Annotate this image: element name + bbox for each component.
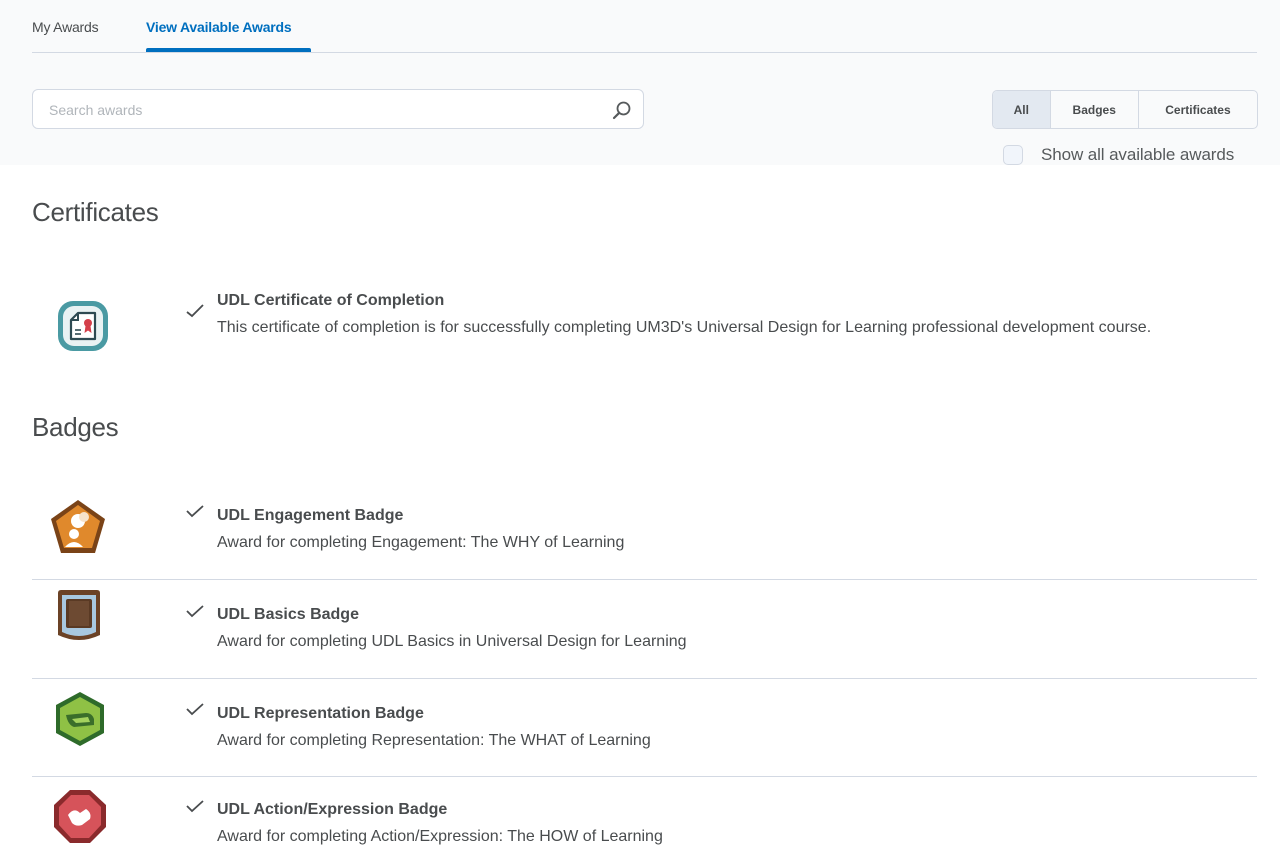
award-description: Award for completing Engagement: The WHY… [217, 534, 625, 551]
completed-check-icon [186, 703, 204, 716]
award-item: UDL Action/Expression Badge Award for co… [32, 777, 1257, 848]
award-type-filter: All Badges Certificates [992, 90, 1258, 129]
tab-bar: My Awards View Available Awards [32, 0, 1257, 53]
award-item: UDL Engagement Badge Award for completin… [32, 495, 1257, 579]
award-description: This certificate of completion is for su… [217, 319, 1152, 336]
award-item: UDL Basics Badge Award for completing UD… [32, 580, 1257, 678]
search-input[interactable] [47, 99, 611, 121]
badges-heading: Badges [32, 412, 119, 442]
filter-badges-button[interactable]: Badges [1051, 91, 1139, 128]
show-all-checkbox[interactable] [1003, 145, 1023, 165]
filter-certificates-button[interactable]: Certificates [1139, 91, 1257, 128]
award-description: Award for completing Action/Expression: … [217, 828, 663, 845]
award-name: UDL Certificate of Completion [217, 292, 445, 309]
certificates-heading: Certificates [32, 197, 159, 227]
certificate-icon [58, 301, 108, 351]
show-all-label: Show all available awards [1041, 145, 1235, 164]
award-description: Award for completing UDL Basics in Unive… [217, 633, 687, 650]
tab-my-awards[interactable]: My Awards [32, 19, 99, 35]
show-all-toggle[interactable]: Show all available awards [1003, 143, 1234, 167]
engagement-badge-icon [51, 500, 105, 553]
search-icon[interactable] [611, 99, 633, 121]
completed-check-icon [186, 304, 204, 318]
completed-check-icon [186, 505, 204, 518]
award-name: UDL Action/Expression Badge [217, 801, 448, 818]
tab-view-available-awards[interactable]: View Available Awards [146, 19, 292, 35]
award-item: UDL Certificate of Completion This certi… [32, 282, 1257, 372]
completed-check-icon [186, 605, 204, 618]
action-expression-badge-icon [54, 790, 106, 843]
award-item: UDL Representation Badge Award for compl… [32, 679, 1257, 776]
award-name: UDL Basics Badge [217, 606, 359, 623]
search-box [32, 89, 644, 129]
award-description: Award for completing Representation: The… [217, 732, 651, 749]
award-name: UDL Representation Badge [217, 705, 424, 722]
basics-badge-icon [58, 590, 100, 640]
filter-all-button[interactable]: All [993, 91, 1051, 128]
representation-badge-icon [56, 692, 104, 746]
awards-header: My Awards View Available Awards All Badg… [0, 0, 1280, 165]
active-tab-indicator [146, 48, 311, 52]
completed-check-icon [186, 800, 204, 813]
award-name: UDL Engagement Badge [217, 507, 404, 524]
